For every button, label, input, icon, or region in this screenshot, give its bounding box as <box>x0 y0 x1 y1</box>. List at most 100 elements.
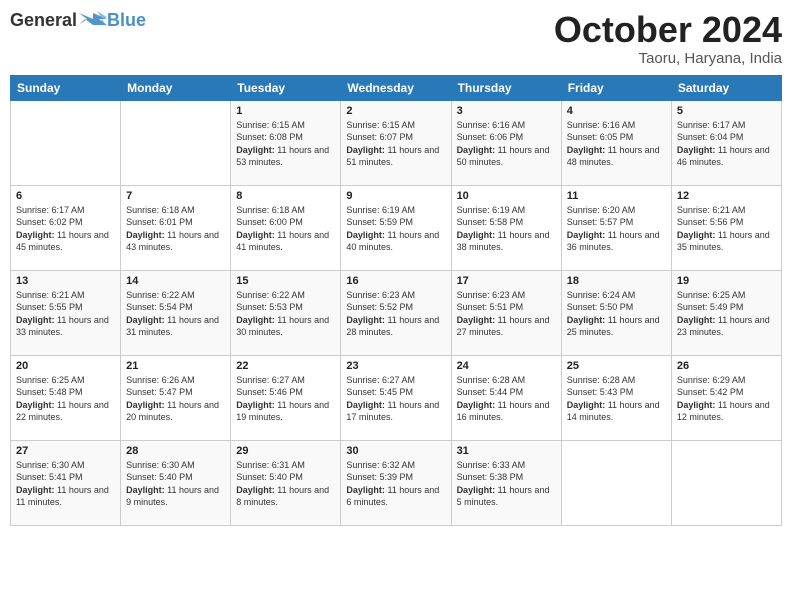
day-number: 16 <box>346 275 445 287</box>
day-number: 19 <box>677 275 776 287</box>
calendar-day-header: Friday <box>561 75 671 100</box>
calendar-cell: 11 Sunrise: 6:20 AMSunset: 5:57 PMDayligh… <box>561 185 671 270</box>
cell-content: Sunrise: 6:28 AMSunset: 5:43 PMDaylight:… <box>567 374 666 424</box>
cell-content: Sunrise: 6:32 AMSunset: 5:39 PMDaylight:… <box>346 459 445 509</box>
calendar-cell: 31Sunrise: 6:33 AMSunset: 5:38 PMDayligh… <box>451 440 561 525</box>
cell-content: Sunrise: 6:27 AMSunset: 5:45 PMDaylight:… <box>346 374 445 424</box>
cell-content: Sunrise: 6:25 AMSunset: 5:49 PMDaylight:… <box>677 289 776 339</box>
day-number: 9 <box>346 190 445 202</box>
day-number: 13 <box>16 275 115 287</box>
page-container: General Blue October 2024 Taoru, Haryana… <box>0 0 792 612</box>
calendar-week-row: 20 Sunrise: 6:25 AMSunset: 5:48 PMDayligh… <box>11 355 782 440</box>
cell-content: Sunrise: 6:30 AMSunset: 5:41 PMDaylight:… <box>16 459 115 509</box>
logo: General Blue <box>10 10 146 31</box>
day-number: 25 <box>567 360 666 372</box>
cell-content: Sunrise: 6:17 AMSunset: 6:02 PMDaylight:… <box>16 204 115 254</box>
calendar-day-header: Saturday <box>671 75 781 100</box>
cell-content: Sunrise: 6:21 AMSunset: 5:56 PMDaylight:… <box>677 204 776 254</box>
calendar-cell: 30 Sunrise: 6:32 AMSunset: 5:39 PMDayligh… <box>341 440 451 525</box>
calendar-day-header: Thursday <box>451 75 561 100</box>
cell-content: Sunrise: 6:19 AMSunset: 5:59 PMDaylight:… <box>346 204 445 254</box>
day-number: 30 <box>346 445 445 457</box>
calendar-cell: 4 Sunrise: 6:16 AMSunset: 6:05 PMDaylight… <box>561 100 671 185</box>
calendar-day-header: Monday <box>121 75 231 100</box>
calendar-cell: 14Sunrise: 6:22 AMSunset: 5:54 PMDayligh… <box>121 270 231 355</box>
day-number: 3 <box>457 105 556 117</box>
calendar-week-row: 6 Sunrise: 6:17 AMSunset: 6:02 PMDaylight… <box>11 185 782 270</box>
day-number: 11 <box>567 190 666 202</box>
day-number: 26 <box>677 360 776 372</box>
month-title: October 2024 <box>554 10 782 50</box>
calendar-header-row: SundayMondayTuesdayWednesdayThursdayFrid… <box>11 75 782 100</box>
calendar-cell: 5 Sunrise: 6:17 AMSunset: 6:04 PMDaylight… <box>671 100 781 185</box>
logo-blue-text: Blue <box>107 10 146 31</box>
calendar-cell: 23 Sunrise: 6:27 AMSunset: 5:45 PMDayligh… <box>341 355 451 440</box>
calendar-cell: 6 Sunrise: 6:17 AMSunset: 6:02 PMDaylight… <box>11 185 121 270</box>
day-number: 22 <box>236 360 335 372</box>
cell-content: Sunrise: 6:29 AMSunset: 5:42 PMDaylight:… <box>677 374 776 424</box>
cell-content: Sunrise: 6:15 AMSunset: 6:07 PMDaylight:… <box>346 119 445 169</box>
calendar-cell: 8Sunrise: 6:18 AMSunset: 6:00 PMDaylight… <box>231 185 341 270</box>
day-number: 21 <box>126 360 225 372</box>
cell-content: Sunrise: 6:20 AMSunset: 5:57 PMDaylight:… <box>567 204 666 254</box>
calendar-cell: 24Sunrise: 6:28 AMSunset: 5:44 PMDayligh… <box>451 355 561 440</box>
cell-content: Sunrise: 6:19 AMSunset: 5:58 PMDaylight:… <box>457 204 556 254</box>
day-number: 1 <box>236 105 335 117</box>
day-number: 20 <box>16 360 115 372</box>
calendar-table: SundayMondayTuesdayWednesdayThursdayFrid… <box>10 75 782 526</box>
calendar-cell <box>11 100 121 185</box>
day-number: 4 <box>567 105 666 117</box>
calendar-cell: 17Sunrise: 6:23 AMSunset: 5:51 PMDayligh… <box>451 270 561 355</box>
day-number: 23 <box>346 360 445 372</box>
calendar-cell <box>671 440 781 525</box>
calendar-cell: 18 Sunrise: 6:24 AMSunset: 5:50 PMDayligh… <box>561 270 671 355</box>
calendar-cell: 2 Sunrise: 6:15 AMSunset: 6:07 PMDaylight… <box>341 100 451 185</box>
calendar-week-row: 13 Sunrise: 6:21 AMSunset: 5:55 PMDayligh… <box>11 270 782 355</box>
location-subtitle: Taoru, Haryana, India <box>554 50 782 67</box>
day-number: 15 <box>236 275 335 287</box>
day-number: 10 <box>457 190 556 202</box>
calendar-cell <box>561 440 671 525</box>
logo-general-text: General <box>10 10 77 31</box>
cell-content: Sunrise: 6:17 AMSunset: 6:04 PMDaylight:… <box>677 119 776 169</box>
calendar-cell: 22Sunrise: 6:27 AMSunset: 5:46 PMDayligh… <box>231 355 341 440</box>
calendar-cell: 27 Sunrise: 6:30 AMSunset: 5:41 PMDayligh… <box>11 440 121 525</box>
cell-content: Sunrise: 6:16 AMSunset: 6:06 PMDaylight:… <box>457 119 556 169</box>
cell-content: Sunrise: 6:23 AMSunset: 5:52 PMDaylight:… <box>346 289 445 339</box>
calendar-cell: 3 Sunrise: 6:16 AMSunset: 6:06 PMDaylight… <box>451 100 561 185</box>
day-number: 27 <box>16 445 115 457</box>
day-number: 6 <box>16 190 115 202</box>
calendar-cell: 10 Sunrise: 6:19 AMSunset: 5:58 PMDayligh… <box>451 185 561 270</box>
cell-content: Sunrise: 6:31 AMSunset: 5:40 PMDaylight:… <box>236 459 335 509</box>
cell-content: Sunrise: 6:30 AMSunset: 5:40 PMDaylight:… <box>126 459 225 509</box>
cell-content: Sunrise: 6:26 AMSunset: 5:47 PMDaylight:… <box>126 374 225 424</box>
cell-content: Sunrise: 6:21 AMSunset: 5:55 PMDaylight:… <box>16 289 115 339</box>
calendar-day-header: Wednesday <box>341 75 451 100</box>
calendar-cell: 29 Sunrise: 6:31 AMSunset: 5:40 PMDayligh… <box>231 440 341 525</box>
calendar-day-header: Sunday <box>11 75 121 100</box>
logo-bird-icon <box>79 11 107 31</box>
day-number: 2 <box>346 105 445 117</box>
day-number: 29 <box>236 445 335 457</box>
cell-content: Sunrise: 6:24 AMSunset: 5:50 PMDaylight:… <box>567 289 666 339</box>
calendar-cell: 9 Sunrise: 6:19 AMSunset: 5:59 PMDaylight… <box>341 185 451 270</box>
day-number: 17 <box>457 275 556 287</box>
cell-content: Sunrise: 6:28 AMSunset: 5:44 PMDaylight:… <box>457 374 556 424</box>
day-number: 7 <box>126 190 225 202</box>
day-number: 18 <box>567 275 666 287</box>
calendar-cell: 20 Sunrise: 6:25 AMSunset: 5:48 PMDayligh… <box>11 355 121 440</box>
day-number: 8 <box>236 190 335 202</box>
day-number: 31 <box>457 445 556 457</box>
calendar-cell: 13 Sunrise: 6:21 AMSunset: 5:55 PMDayligh… <box>11 270 121 355</box>
calendar-cell: 7Sunrise: 6:18 AMSunset: 6:01 PMDaylight… <box>121 185 231 270</box>
cell-content: Sunrise: 6:22 AMSunset: 5:53 PMDaylight:… <box>236 289 335 339</box>
title-section: October 2024 Taoru, Haryana, India <box>554 10 782 67</box>
cell-content: Sunrise: 6:25 AMSunset: 5:48 PMDaylight:… <box>16 374 115 424</box>
day-number: 5 <box>677 105 776 117</box>
cell-content: Sunrise: 6:16 AMSunset: 6:05 PMDaylight:… <box>567 119 666 169</box>
cell-content: Sunrise: 6:15 AMSunset: 6:08 PMDaylight:… <box>236 119 335 169</box>
day-number: 14 <box>126 275 225 287</box>
page-header: General Blue October 2024 Taoru, Haryana… <box>10 10 782 67</box>
calendar-cell: 16 Sunrise: 6:23 AMSunset: 5:52 PMDayligh… <box>341 270 451 355</box>
calendar-cell: 15 Sunrise: 6:22 AMSunset: 5:53 PMDayligh… <box>231 270 341 355</box>
